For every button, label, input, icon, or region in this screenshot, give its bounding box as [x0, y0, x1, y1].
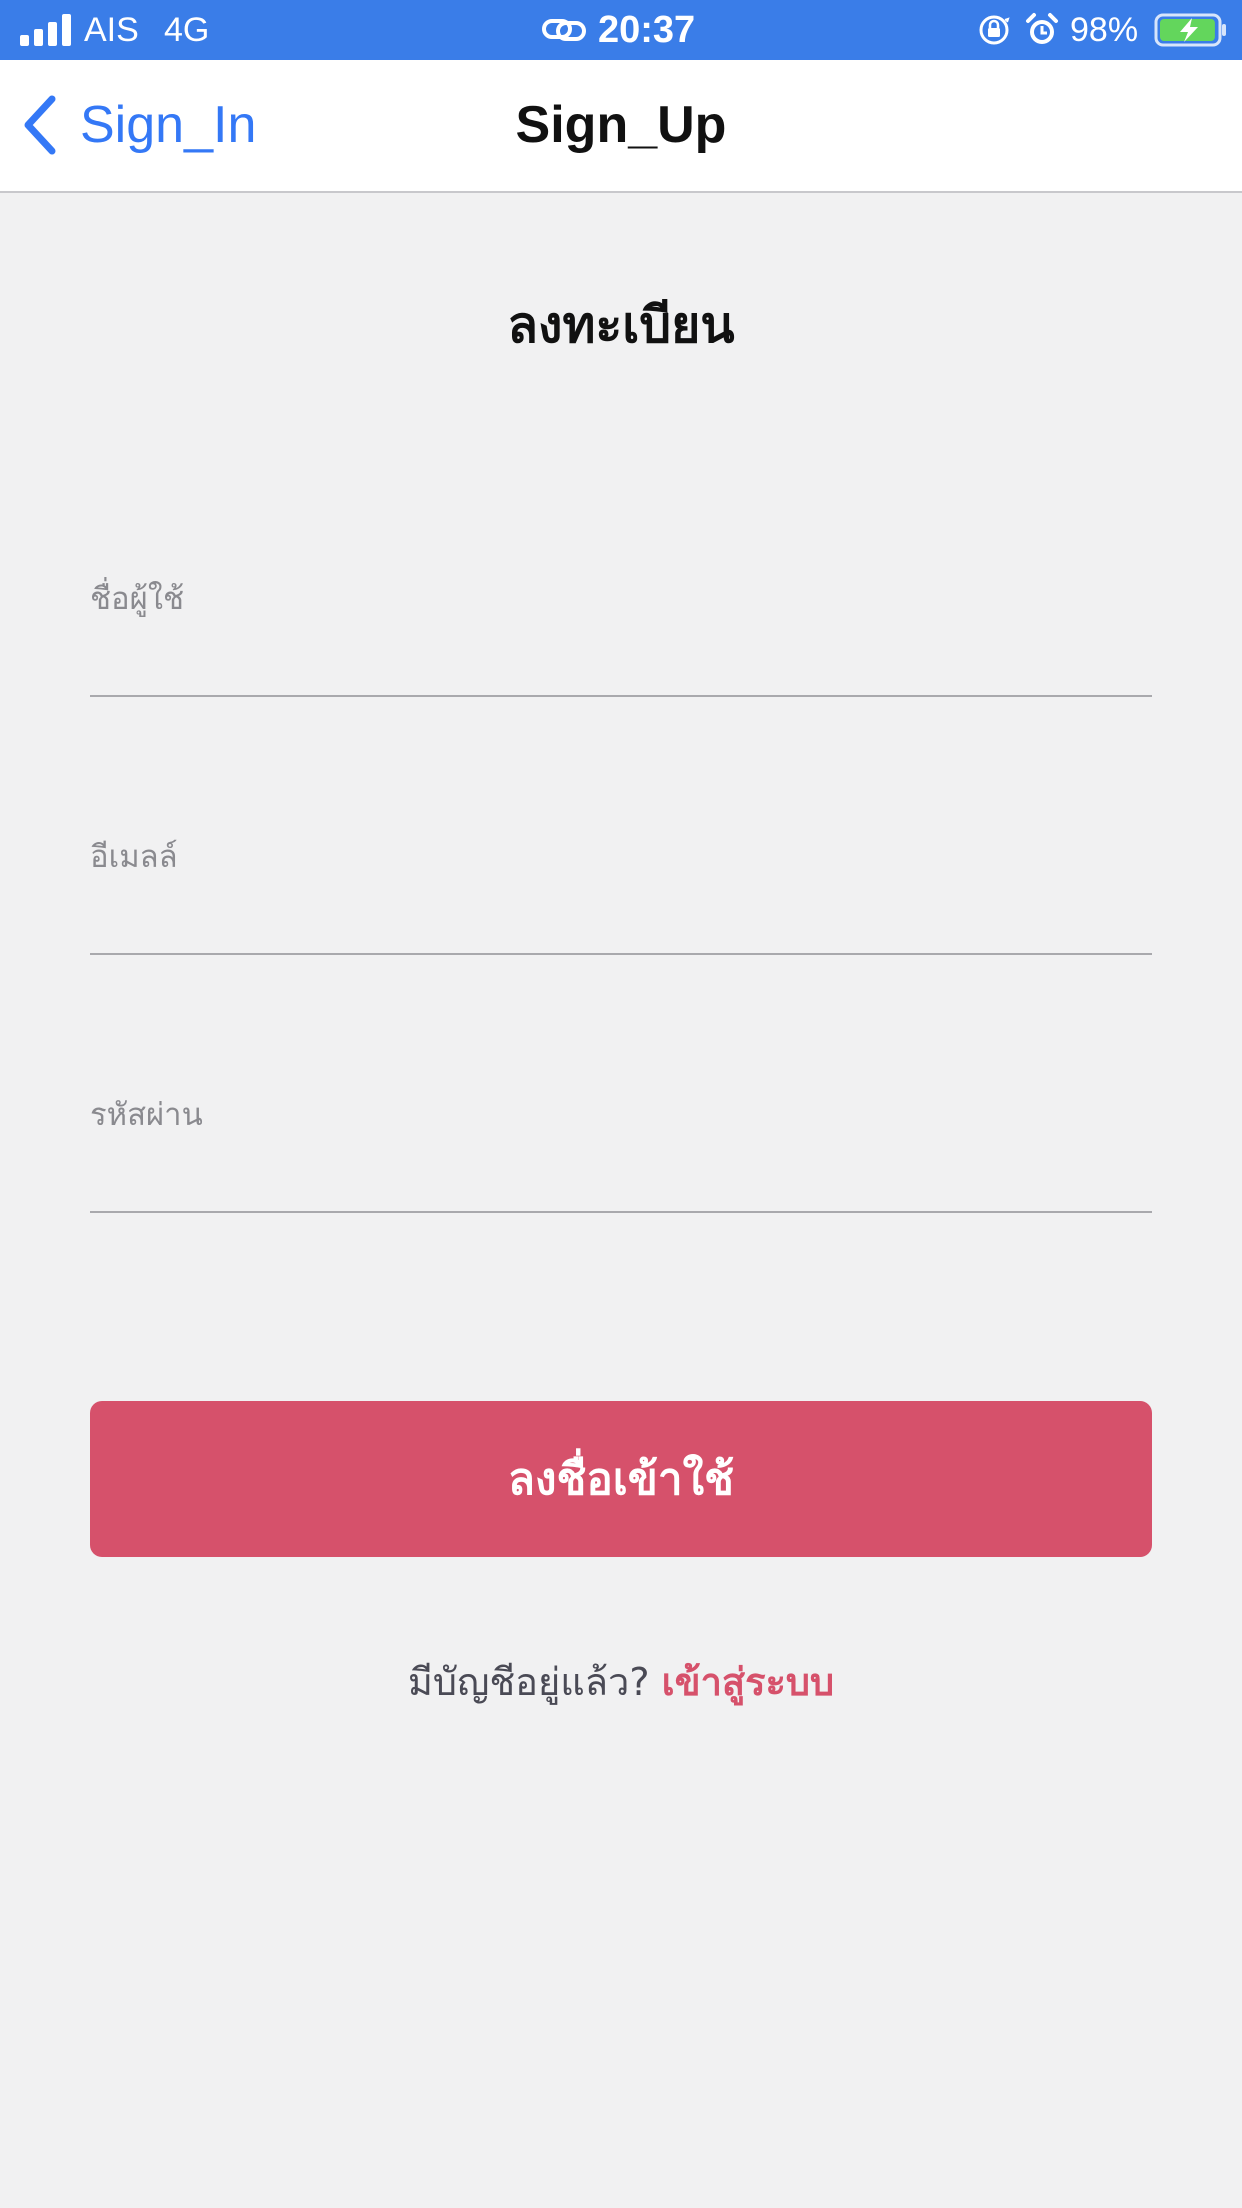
username-label: ชื่อผู้ใช้ — [90, 581, 184, 617]
carrier-name: AIS — [84, 11, 139, 49]
password-input[interactable] — [90, 1153, 1152, 1213]
password-label: รหัสผ่าน — [90, 1097, 203, 1133]
password-field: รหัสผ่าน — [90, 1093, 1152, 1213]
battery-percent: 98% — [1070, 11, 1139, 49]
signin-link[interactable]: เข้าสู่ระบบ — [662, 1660, 835, 1704]
email-label: อีเมลล์ — [90, 839, 178, 875]
chevron-left-icon — [24, 95, 56, 155]
orientation-lock-icon — [979, 15, 1010, 45]
sign-up-button[interactable]: ลงชื่อเข้าใช้ — [90, 1401, 1152, 1557]
username-input[interactable] — [90, 637, 1152, 697]
back-button-label: Sign_In — [80, 96, 257, 154]
signin-row: มีบัญชีอยู่แล้ว? เข้าสู่ระบบ — [0, 1654, 1242, 1710]
back-button[interactable]: Sign_In — [20, 90, 256, 160]
navigation-bar: Sign_Up Sign_In — [0, 60, 1242, 193]
battery-charging-icon — [1154, 13, 1226, 47]
email-field: อีเมลล์ — [90, 835, 1152, 955]
status-bar: AIS 4G 20:37 98% — [0, 0, 1242, 60]
signin-prompt: มีบัญชีอยู่แล้ว? — [407, 1660, 662, 1704]
network-type: 4G — [164, 11, 210, 49]
email-input[interactable] — [90, 895, 1152, 955]
link-icon — [542, 19, 586, 41]
alarm-icon — [1026, 13, 1058, 44]
status-time: 20:37 — [598, 9, 696, 51]
signal-icon — [20, 14, 72, 46]
form-heading: ลงทะเบียน — [507, 296, 735, 354]
username-field: ชื่อผู้ใช้ — [90, 577, 1152, 697]
